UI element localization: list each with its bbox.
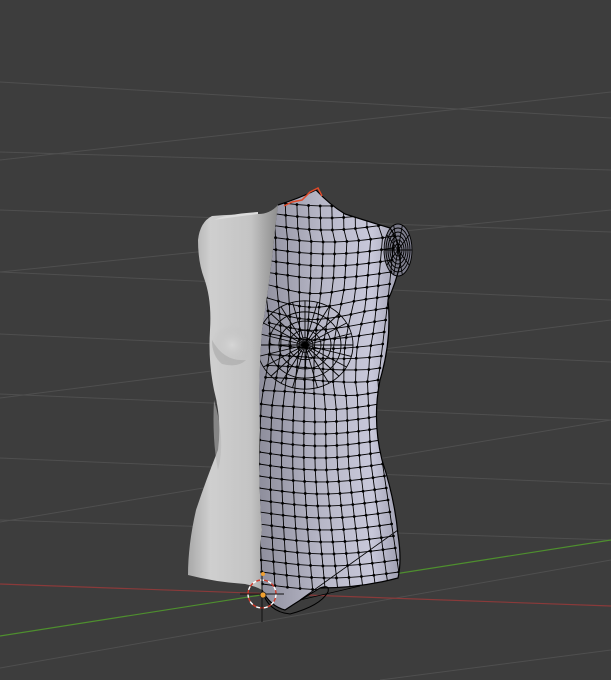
object-origin-icon xyxy=(259,591,267,599)
3d-viewport[interactable] xyxy=(0,0,611,680)
origin-dot-top xyxy=(261,572,265,576)
